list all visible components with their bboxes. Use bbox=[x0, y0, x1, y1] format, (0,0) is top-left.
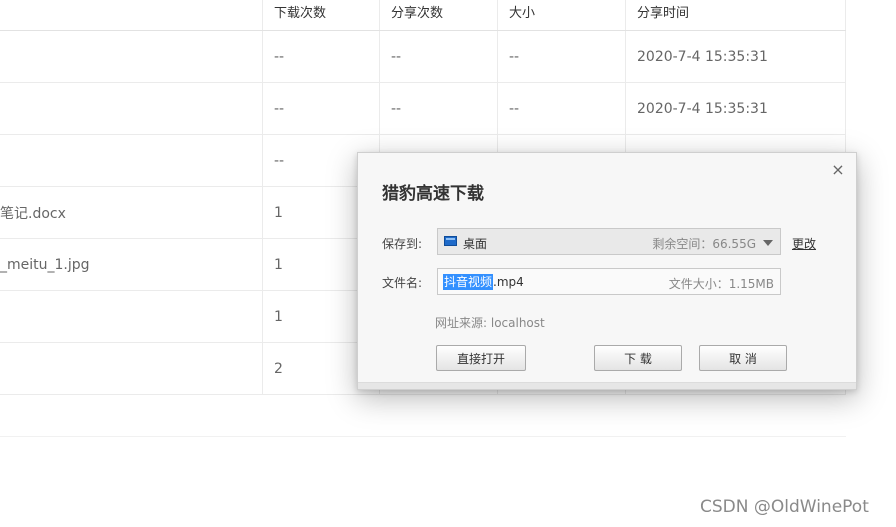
cancel-button[interactable]: 取 消 bbox=[699, 345, 787, 371]
save-path: 桌面 bbox=[463, 237, 488, 251]
table-row[interactable]: -- -- -- 2020-7-4 15:35:31 bbox=[0, 31, 846, 83]
file-name bbox=[0, 31, 262, 82]
chevron-down-icon[interactable] bbox=[763, 240, 773, 246]
save-location-select[interactable]: 桌面 剩余空间：66.55G bbox=[437, 228, 781, 255]
table-header: 下载次数 分享次数 大小 分享时间 bbox=[0, 0, 846, 31]
file-size: -- bbox=[497, 83, 625, 134]
change-location-link[interactable]: 更改 bbox=[792, 235, 816, 252]
file-name-input[interactable]: 抖音视频 .mp4 文件大小：1.15MB bbox=[437, 268, 781, 295]
file-size: -- bbox=[497, 31, 625, 82]
file-name bbox=[0, 135, 262, 186]
file-name-extension: .mp4 bbox=[493, 275, 524, 289]
share-count: -- bbox=[379, 31, 497, 82]
free-space: 剩余空间：66.55G bbox=[652, 237, 756, 251]
download-count: -- bbox=[262, 83, 379, 134]
close-icon[interactable]: × bbox=[830, 162, 846, 178]
header-downloads: 下载次数 bbox=[262, 0, 379, 30]
share-time: 2020-7-4 15:35:31 bbox=[625, 83, 846, 134]
desktop-folder-icon bbox=[444, 236, 457, 246]
table-row[interactable]: -- -- -- 2020-7-4 15:35:31 bbox=[0, 83, 846, 135]
file-name: _meitu_1.jpg bbox=[0, 256, 90, 273]
table-footer-area bbox=[0, 390, 846, 437]
share-time: 2020-7-4 15:35:31 bbox=[625, 31, 846, 82]
file-name-label: 文件名: bbox=[382, 276, 423, 290]
source-url: 网址来源: localhost bbox=[435, 316, 545, 330]
dialog-bottom-bar bbox=[358, 382, 856, 389]
file-name bbox=[0, 343, 262, 394]
dialog-title: 猎豹高速下载 bbox=[382, 184, 484, 204]
download-dialog: 猎豹高速下载 × 保存到: 桌面 剩余空间：66.55G 更改 文件名: 抖音视… bbox=[357, 152, 857, 390]
header-shares: 分享次数 bbox=[379, 0, 497, 30]
share-count: -- bbox=[379, 83, 497, 134]
file-size-info: 文件大小：1.15MB bbox=[668, 277, 774, 291]
file-name-selected-text: 抖音视频 bbox=[443, 274, 494, 290]
header-share-time: 分享时间 bbox=[625, 0, 846, 30]
header-name bbox=[0, 0, 262, 30]
header-size: 大小 bbox=[497, 0, 625, 30]
file-name bbox=[0, 291, 262, 342]
watermark: CSDN @OldWinePot bbox=[700, 497, 869, 517]
file-name: 笔记.docx bbox=[0, 205, 66, 222]
download-count: -- bbox=[262, 31, 379, 82]
save-to-label: 保存到: bbox=[382, 237, 423, 251]
download-button[interactable]: 下 载 bbox=[594, 345, 682, 371]
file-name bbox=[0, 83, 262, 134]
open-directly-button[interactable]: 直接打开 bbox=[436, 345, 526, 371]
